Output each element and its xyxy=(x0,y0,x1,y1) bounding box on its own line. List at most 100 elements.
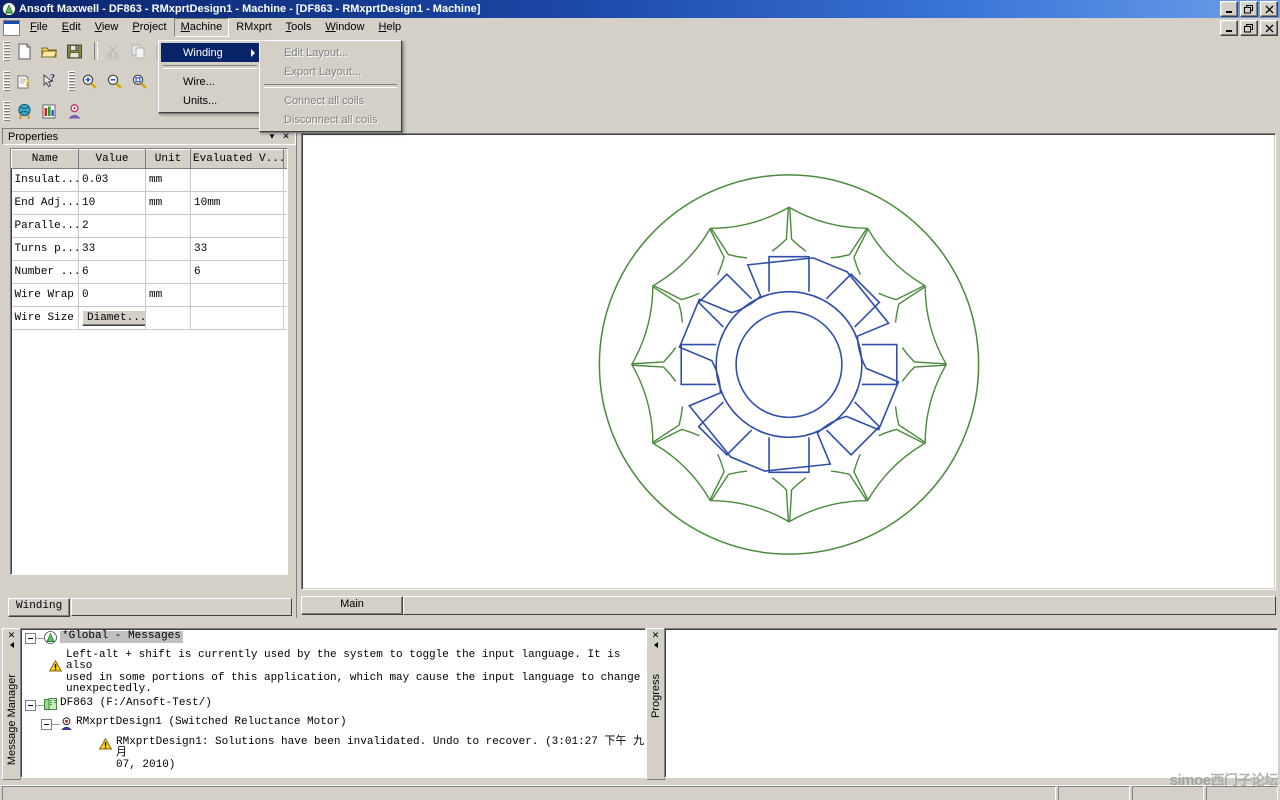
table-row[interactable]: Number ... 6 6 xyxy=(11,260,287,284)
tree-node-global-messages[interactable]: *Global - Messages xyxy=(25,630,645,649)
view-toolbar xyxy=(0,98,88,124)
mdi-minimize-button[interactable] xyxy=(1220,20,1238,36)
column-header-name[interactable]: Name xyxy=(11,149,79,169)
cell-value[interactable]: 0.03 xyxy=(78,168,146,192)
help-toolbar: ? ? xyxy=(0,68,63,94)
cell-unit xyxy=(145,237,191,261)
tree-expander-icon[interactable] xyxy=(41,719,52,730)
table-row[interactable]: End Adj... 10 mm 10mm xyxy=(11,191,287,215)
menu-machine[interactable]: Machine xyxy=(173,18,230,37)
cell-value[interactable]: Diamet... xyxy=(78,306,146,330)
message-warning-solutions-invalidated[interactable]: RMxprtDesign1: Solutions have been inval… xyxy=(98,736,645,772)
zoom-fit-icon[interactable] xyxy=(127,69,152,93)
cell-value[interactable]: 2 xyxy=(78,214,146,238)
menu-view[interactable]: View xyxy=(88,18,126,37)
user-defined-icon[interactable] xyxy=(62,99,87,123)
cell-value[interactable]: 10 xyxy=(78,191,146,215)
menu-item-connect-all-coils[interactable]: Connect all coils xyxy=(262,91,399,110)
menu-item-winding[interactable]: Winding xyxy=(161,43,259,62)
tree-node-project-df863[interactable]: DF863 (F:/Ansoft-Test/) xyxy=(25,696,645,716)
copy-icon[interactable] xyxy=(126,39,151,63)
maximize-restore-button[interactable] xyxy=(1240,1,1258,17)
cell-value[interactable]: 6 xyxy=(78,260,146,284)
cell-spacer xyxy=(283,214,287,238)
message-tree-container[interactable]: *Global - Messages Left-alt + shift is c… xyxy=(20,628,646,778)
column-header-unit[interactable]: Unit xyxy=(145,149,191,169)
close-button[interactable] xyxy=(1260,1,1278,17)
menu-item-edit-layout[interactable]: Edit Layout... xyxy=(262,43,399,62)
toolbar-grip[interactable] xyxy=(3,71,10,91)
model-icon[interactable] xyxy=(12,99,37,123)
menu-window[interactable]: Window xyxy=(318,18,371,37)
table-row[interactable]: Wire Size Diamet... xyxy=(11,306,287,330)
mdi-close-button[interactable] xyxy=(1260,20,1278,36)
menu-item-wire[interactable]: Wire... xyxy=(161,72,259,91)
menu-item-label: Disconnect all coils xyxy=(284,113,378,126)
cut-scissors-icon[interactable] xyxy=(101,39,126,63)
document-icon[interactable] xyxy=(3,19,20,36)
tree-expander-icon[interactable] xyxy=(25,633,36,644)
properties-grid-container[interactable]: Name Value Unit Evaluated V... Insulat..… xyxy=(10,148,288,575)
toolbar-grip[interactable] xyxy=(68,71,75,91)
table-row[interactable]: Paralle... 2 xyxy=(11,214,287,238)
table-row[interactable]: Insulat... 0.03 mm xyxy=(11,168,287,192)
menu-item-units[interactable]: Units... xyxy=(161,91,259,110)
menu-item-export-layout[interactable]: Export Layout... xyxy=(262,62,399,81)
tree-node-label: DF863 (F:/Ansoft-Test/) xyxy=(60,696,212,709)
tab-winding[interactable]: Winding xyxy=(8,598,71,617)
table-header-row: Name Value Unit Evaluated V... xyxy=(11,149,287,169)
menu-help[interactable]: Help xyxy=(372,18,409,37)
open-folder-icon[interactable] xyxy=(37,39,62,63)
cell-unit: mm xyxy=(145,191,191,215)
cell-evaluated xyxy=(190,214,284,238)
table-row[interactable]: Wire Wrap 0 mm xyxy=(11,283,287,307)
mdi-restore-button[interactable] xyxy=(1240,20,1258,36)
wire-size-button[interactable]: Diamet... xyxy=(82,310,145,326)
zoom-out-icon[interactable] xyxy=(102,69,127,93)
shaft-circle xyxy=(735,310,843,419)
minimize-button[interactable] xyxy=(1220,1,1238,17)
close-icon[interactable]: ✕ xyxy=(8,630,16,640)
menu-tools[interactable]: Tools xyxy=(279,18,319,37)
model-canvas[interactable] xyxy=(301,133,1276,590)
cell-evaluated xyxy=(190,283,284,307)
tree-connector xyxy=(52,724,60,725)
menu-project[interactable]: Project xyxy=(125,18,173,37)
toolbar-grip[interactable] xyxy=(3,101,10,121)
help-pointer-icon[interactable]: ? xyxy=(37,69,62,93)
cell-name: Insulat... xyxy=(11,168,79,192)
zoom-in-icon[interactable] xyxy=(77,69,102,93)
tab-main[interactable]: Main xyxy=(301,596,403,615)
cell-value[interactable]: 33 xyxy=(78,237,146,261)
close-icon[interactable]: ✕ xyxy=(652,630,660,640)
status-message-cell xyxy=(2,786,1056,800)
progress-content[interactable] xyxy=(664,628,1278,778)
results-icon[interactable] xyxy=(37,99,62,123)
tree-node-design-rmxprtdesign1[interactable]: RMxprtDesign1 (Switched Reluctance Motor… xyxy=(41,716,645,735)
help-context-icon[interactable]: ? xyxy=(12,69,37,93)
toolbar-grip[interactable] xyxy=(3,41,10,61)
save-disk-icon[interactable] xyxy=(62,39,87,63)
chevron-right-icon[interactable] xyxy=(9,642,14,648)
menu-separator xyxy=(264,84,397,88)
menu-rmxprt[interactable]: RMxprt xyxy=(229,18,278,37)
table-row[interactable]: Turns p... 33 33 xyxy=(11,237,287,261)
cell-spacer xyxy=(283,237,287,261)
message-warning-input-language[interactable]: Left-alt + shift is currently used by th… xyxy=(48,649,645,696)
column-header-value[interactable]: Value xyxy=(78,149,146,169)
menu-item-disconnect-all-coils[interactable]: Disconnect all coils xyxy=(262,110,399,129)
message-manager-label: Message Manager xyxy=(5,674,18,766)
window-controls xyxy=(1220,1,1278,17)
menu-edit[interactable]: Edit xyxy=(55,18,88,37)
cell-name: Wire Wrap xyxy=(11,283,79,307)
rotor-outline xyxy=(678,257,900,472)
rotor-inter-pole-arcs xyxy=(715,290,863,439)
tree-expander-icon[interactable] xyxy=(25,699,36,711)
chevron-right-icon[interactable] xyxy=(653,642,658,648)
cell-value[interactable]: 0 xyxy=(78,283,146,307)
column-header-evaluated-value[interactable]: Evaluated V... xyxy=(190,149,284,169)
menu-file[interactable]: File xyxy=(23,18,55,37)
stator-outer-circle xyxy=(598,174,980,555)
new-document-icon[interactable] xyxy=(12,39,37,63)
tree-connector xyxy=(36,704,44,706)
